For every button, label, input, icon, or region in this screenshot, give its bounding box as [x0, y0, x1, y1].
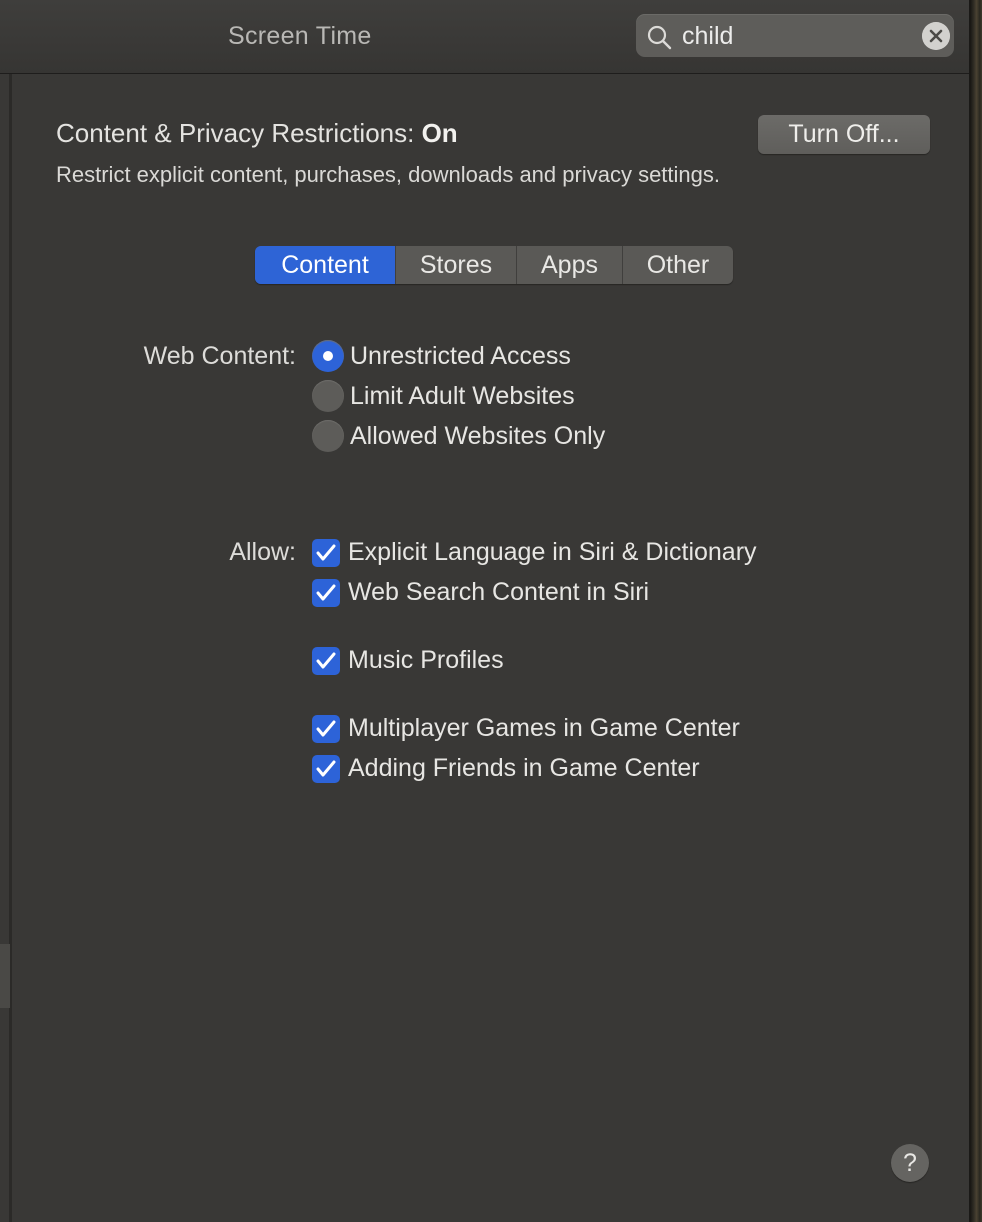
radio-label-limit-adult-websites[interactable]: Limit Adult Websites [350, 382, 575, 411]
help-button[interactable]: ? [891, 1144, 929, 1182]
search-input[interactable]: child [682, 22, 733, 51]
restrictions-state: On [421, 118, 458, 148]
checkbox-explicit-language[interactable] [312, 539, 340, 567]
checkmark-icon [316, 652, 336, 669]
tab-apps[interactable]: Apps [517, 246, 622, 284]
checkmark-icon [316, 544, 336, 561]
checkbox-music-profiles[interactable] [312, 647, 340, 675]
web-content-label: Web Content: [143, 342, 296, 370]
window-title: Screen Time [228, 22, 372, 50]
turn-off-button[interactable]: Turn Off... [758, 115, 930, 154]
sidebar-divider [9, 74, 12, 1222]
category-tabs: Content Stores Apps Other [255, 246, 733, 284]
checkmark-icon [316, 760, 336, 777]
radio-allowed-websites-only[interactable] [312, 420, 344, 452]
allow-label: Allow: [229, 538, 296, 566]
clear-search-icon[interactable] [922, 22, 950, 50]
checkbox-web-search-content[interactable] [312, 579, 340, 607]
tab-other[interactable]: Other [623, 246, 733, 284]
checkbox-label-multiplayer-games[interactable]: Multiplayer Games in Game Center [348, 714, 740, 743]
search-icon [647, 25, 672, 50]
search-field[interactable]: child [636, 14, 954, 57]
checkmark-icon [316, 720, 336, 737]
radio-label-allowed-websites-only[interactable]: Allowed Websites Only [350, 422, 605, 451]
checkbox-adding-friends[interactable] [312, 755, 340, 783]
title-bar: Screen Time child [0, 0, 970, 74]
radio-limit-adult-websites[interactable] [312, 380, 344, 412]
restrictions-heading: Content & Privacy Restrictions: On [56, 118, 458, 149]
radio-label-unrestricted-access[interactable]: Unrestricted Access [350, 342, 571, 371]
tab-stores[interactable]: Stores [396, 246, 516, 284]
checkbox-label-music-profiles[interactable]: Music Profiles [348, 646, 504, 675]
restrictions-description: Restrict explicit content, purchases, do… [56, 162, 720, 187]
tab-content[interactable]: Content [255, 246, 395, 284]
checkmark-icon [316, 584, 336, 601]
checkbox-label-adding-friends[interactable]: Adding Friends in Game Center [348, 754, 700, 783]
restrictions-heading-label: Content & Privacy Restrictions: [56, 118, 422, 148]
sidebar-resize-handle[interactable] [0, 944, 10, 1008]
checkbox-label-web-search-content[interactable]: Web Search Content in Siri [348, 578, 649, 607]
radio-unrestricted-access[interactable] [312, 340, 344, 372]
checkbox-label-explicit-language[interactable]: Explicit Language in Siri & Dictionary [348, 538, 757, 567]
checkbox-multiplayer-games[interactable] [312, 715, 340, 743]
screen-time-window: Screen Time child Content & Privacy Rest… [0, 0, 970, 1222]
desktop-background [970, 0, 982, 1222]
